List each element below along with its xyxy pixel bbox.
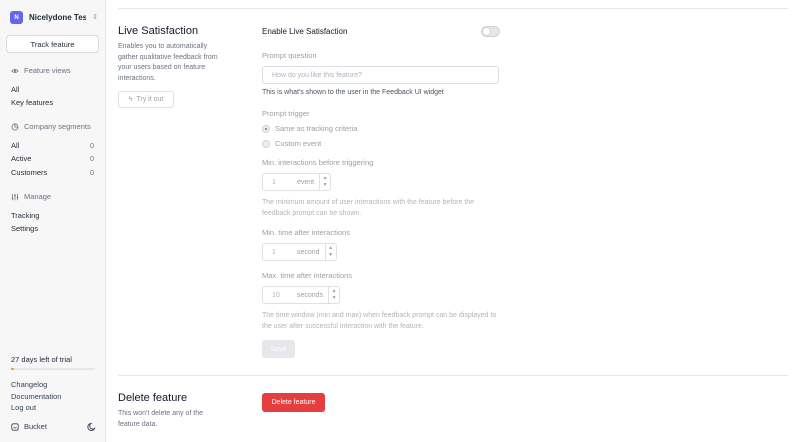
toggle-knob: [483, 28, 490, 35]
org-avatar: N: [10, 11, 23, 24]
chevron-down-icon[interactable]: ▼: [328, 252, 333, 259]
changelog-link[interactable]: Changelog: [11, 380, 47, 389]
bucket-label: Bucket: [24, 422, 47, 431]
moon-icon[interactable]: [87, 422, 97, 432]
feature-views-title: Feature views: [24, 66, 71, 75]
sidebar-item-all-features[interactable]: All: [11, 85, 94, 94]
sidebar-item-key-features[interactable]: Key features: [11, 98, 94, 107]
trial-progress-bar: [11, 368, 95, 370]
radio-label: Custom event: [275, 139, 322, 148]
sidebar-item-label: Customers: [11, 168, 48, 177]
eye-icon: [11, 68, 19, 73]
sidebar-item-count: 0: [89, 168, 94, 177]
prompt-question-label: Prompt question: [262, 51, 317, 60]
min-time-stepper[interactable]: 1 second ▲ ▼: [262, 243, 337, 261]
delete-feature-button[interactable]: Delete feature: [262, 393, 325, 412]
try-it-out-button[interactable]: ϟ Try it out: [118, 91, 174, 108]
sidebar-item-label: Tracking: [11, 211, 40, 220]
trial-text: 27 days left of trial: [11, 355, 72, 364]
sidebar-item-label: Key features: [11, 98, 54, 107]
trial-progress-fill: [11, 368, 15, 370]
prompt-trigger-label: Prompt trigger: [262, 109, 310, 118]
bucket-icon: [11, 422, 19, 431]
time-window-helper: The time window (min and max) when feedb…: [262, 312, 497, 330]
min-interactions-stepper[interactable]: 1 event ▲ ▼: [262, 173, 332, 191]
save-button[interactable]: Save: [262, 340, 295, 358]
main-content: Live Satisfaction Enables you to automat…: [106, 0, 800, 442]
sidebar-item-label: All: [11, 85, 20, 94]
stepper-arrows[interactable]: ▲ ▼: [328, 287, 339, 303]
stepper-value[interactable]: 10: [263, 292, 297, 299]
manage-header: Manage: [11, 192, 51, 201]
bucket-brand[interactable]: Bucket: [11, 422, 47, 431]
delete-feature-description: This won't delete any of the feature dat…: [118, 410, 203, 428]
chevron-up-icon[interactable]: ▲: [323, 175, 328, 182]
try-it-out-label: Try it out: [136, 96, 164, 103]
chevron-up-icon[interactable]: ▲: [332, 288, 337, 295]
sidebar-item-customers[interactable]: Customers 0: [11, 168, 94, 177]
feature-views-header: Feature views: [11, 66, 71, 75]
divider: [118, 375, 788, 376]
min-interactions-helper: The minimum amount of user interactions …: [262, 199, 475, 217]
company-segments-title: Company segments: [24, 122, 91, 131]
trigger-option-tracking-criteria[interactable]: Same as tracking criteria: [262, 124, 358, 133]
stepper-unit: seconds: [297, 291, 324, 299]
prompt-question-input[interactable]: How do you like this feature?: [262, 66, 499, 84]
live-satisfaction-title: Live Satisfaction: [118, 25, 199, 37]
min-time-label: Min. time after interactions: [262, 228, 350, 237]
chevron-down-icon[interactable]: ▼: [332, 295, 337, 302]
sidebar: N Nicelydone Tes... ⇕ Track feature Feat…: [0, 0, 106, 442]
stepper-arrows[interactable]: ▲ ▼: [324, 244, 336, 260]
sliders-icon: [11, 193, 19, 200]
manage-title: Manage: [24, 192, 52, 201]
stepper-arrows[interactable]: ▲ ▼: [319, 174, 330, 190]
delete-feature-title: Delete feature: [118, 392, 188, 404]
chevron-up-icon[interactable]: ▲: [328, 245, 333, 252]
stepper-value[interactable]: 1: [263, 179, 297, 186]
sidebar-item-label: All: [11, 141, 20, 150]
sidebar-item-count: 0: [89, 141, 94, 150]
logout-link[interactable]: Log out: [11, 403, 36, 412]
stepper-value[interactable]: 1: [263, 249, 297, 256]
track-feature-button[interactable]: Track feature: [6, 35, 99, 53]
live-satisfaction-description: Enables you to automatically gather qual…: [118, 43, 218, 82]
radio-button[interactable]: [262, 139, 270, 148]
org-switcher[interactable]: N Nicelydone Tes... ⇕: [10, 11, 98, 24]
radio-button[interactable]: [262, 124, 270, 133]
max-time-stepper[interactable]: 10 seconds ▲ ▼: [262, 286, 341, 304]
pie-icon: [11, 123, 19, 130]
enable-live-satisfaction-label: Enable Live Satisfaction: [262, 27, 348, 36]
chevron-updown-icon: ⇕: [92, 14, 98, 21]
chevron-down-icon[interactable]: ▼: [323, 182, 328, 189]
documentation-link[interactable]: Documentation: [11, 392, 61, 401]
enable-live-satisfaction-toggle[interactable]: [481, 26, 500, 37]
min-interactions-label: Min. interactions before triggering: [262, 158, 374, 167]
sidebar-item-tracking[interactable]: Tracking: [11, 211, 94, 220]
org-name: Nicelydone Tes...: [29, 13, 87, 22]
stepper-unit: second: [297, 248, 320, 256]
sidebar-item-active[interactable]: Active 0: [11, 154, 94, 163]
radio-label: Same as tracking criteria: [275, 124, 358, 133]
divider: [118, 8, 788, 9]
sidebar-item-all-companies[interactable]: All 0: [11, 141, 94, 150]
sidebar-item-label: Active: [11, 154, 32, 163]
max-time-label: Max. time after interactions: [262, 271, 353, 280]
trigger-option-custom-event[interactable]: Custom event: [262, 139, 321, 148]
sidebar-item-label: Settings: [11, 224, 39, 233]
stepper-unit: event: [297, 178, 315, 186]
company-segments-header: Company segments: [11, 122, 91, 131]
lightning-icon: ϟ: [128, 96, 133, 103]
prompt-question-helper: This is what's shown to the user in the …: [262, 89, 444, 96]
sidebar-item-settings[interactable]: Settings: [11, 224, 94, 233]
sidebar-item-count: 0: [89, 154, 94, 163]
